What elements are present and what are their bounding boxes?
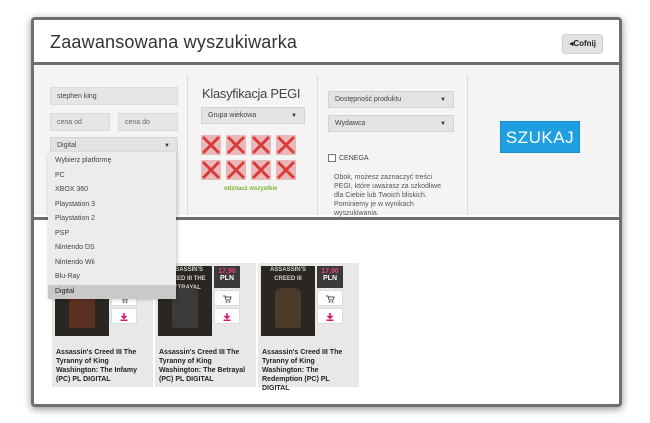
download-icon [326,313,334,321]
price-currency: PLN [220,275,234,282]
pegi-checkbox-fear[interactable] [251,135,271,155]
price-value: 17,90 [218,268,236,275]
page-title: Zaawansowana wyszukiwarka [50,32,298,52]
x-icon [201,135,221,155]
download-icon [120,313,128,321]
product-title[interactable]: Assassin's Creed III The Tyranny of King… [262,348,358,393]
product-title[interactable]: Assassin's Creed III The Tyranny of King… [159,348,255,384]
product-title[interactable]: Assassin's Creed III The Tyranny of King… [56,348,152,384]
chevron-down-icon: ▼ [291,113,297,119]
divider [467,75,468,215]
dropdown-item[interactable]: Wybierz platformę [48,154,176,169]
download-button[interactable] [214,308,240,324]
availability-select-label: Dostępność produktu [335,96,402,103]
cenega-label: CENEGA [339,154,369,162]
chevron-down-icon: ▼ [440,97,446,103]
pegi-title: Klasyfikacja PEGI [202,86,301,101]
search-input[interactable]: stephen king [50,87,178,105]
pegi-checkbox-drugs[interactable] [201,160,221,180]
divider [187,75,188,215]
platform-dropdown: Wybierz platformę PC XBOX 360 Playstatio… [48,152,176,299]
download-button[interactable] [111,308,137,324]
price-currency: PLN [323,275,337,282]
x-icon [226,160,246,180]
dropdown-item[interactable]: Playstation 2 [48,212,176,227]
cenega-checkbox[interactable] [328,154,336,162]
cover-text: ASSASSIN'S CREED III [269,267,307,282]
dropdown-item[interactable]: Nintendo DS [48,241,176,256]
availability-select[interactable]: Dostępność produktu ▼ [328,91,454,108]
download-button[interactable] [317,308,343,324]
pegi-checkbox-discrimination[interactable] [226,160,246,180]
platform-select-value: Digital [57,142,77,149]
pegi-info-text: Obok, możesz zaznaczyć treści PEGI, któr… [334,174,441,217]
add-to-cart-button[interactable] [214,290,240,306]
price-badge: 17,90 PLN [317,266,343,288]
chevron-down-icon: ▼ [440,121,446,127]
pegi-checkbox-language[interactable] [226,135,246,155]
dropdown-item[interactable]: PC [48,169,176,184]
pegi-checkbox-violence[interactable] [201,135,221,155]
dropdown-item[interactable]: Playstation 3 [48,198,176,213]
dropdown-item[interactable]: PSP [48,227,176,242]
price-badge: 17,90 PLN [214,266,240,288]
divider [317,75,318,215]
add-to-cart-button[interactable] [317,290,343,306]
dropdown-item[interactable]: XBOX 360 [48,183,176,198]
product-card[interactable]: ASSASSIN'S CREED III 17,90 PLN Assassin'… [258,263,359,392]
header: Zaawansowana wyszukiwarka ◂Cofnij [34,20,619,65]
dropdown-item[interactable]: Blu-Ray [48,270,176,285]
pegi-checkbox-gambling[interactable] [251,160,271,180]
cart-icon [326,295,335,303]
x-icon [226,135,246,155]
publisher-select[interactable]: Wydawca ▼ [328,115,454,132]
dropdown-item[interactable]: Nintendo Wii [48,256,176,271]
cenega-checkbox-row[interactable]: CENEGA [328,154,369,162]
price-to-input[interactable]: cena do [118,113,178,131]
download-icon [223,313,231,321]
x-icon [276,160,296,180]
price-from-input[interactable]: cena od [50,113,110,131]
publisher-select-label: Wydawca [335,120,366,127]
pegi-checkbox-sex[interactable] [276,135,296,155]
product-cover[interactable]: ASSASSIN'S CREED III [261,266,315,336]
back-button[interactable]: ◂Cofnij [562,34,603,54]
age-group-select-label: Grupa wiekowa [208,112,257,119]
x-icon [276,135,296,155]
price-value: 17,90 [321,268,339,275]
pegi-checkbox-online[interactable] [276,160,296,180]
x-icon [201,160,221,180]
age-group-select[interactable]: Grupa wiekowa ▼ [201,107,305,124]
x-icon [251,135,271,155]
cart-icon [223,295,232,303]
search-button[interactable]: SZUKAJ [500,121,580,153]
x-icon [251,160,271,180]
dropdown-item-selected[interactable]: Digital [48,284,176,299]
uncheck-all-link[interactable]: odznacz wszystkie [224,186,277,192]
